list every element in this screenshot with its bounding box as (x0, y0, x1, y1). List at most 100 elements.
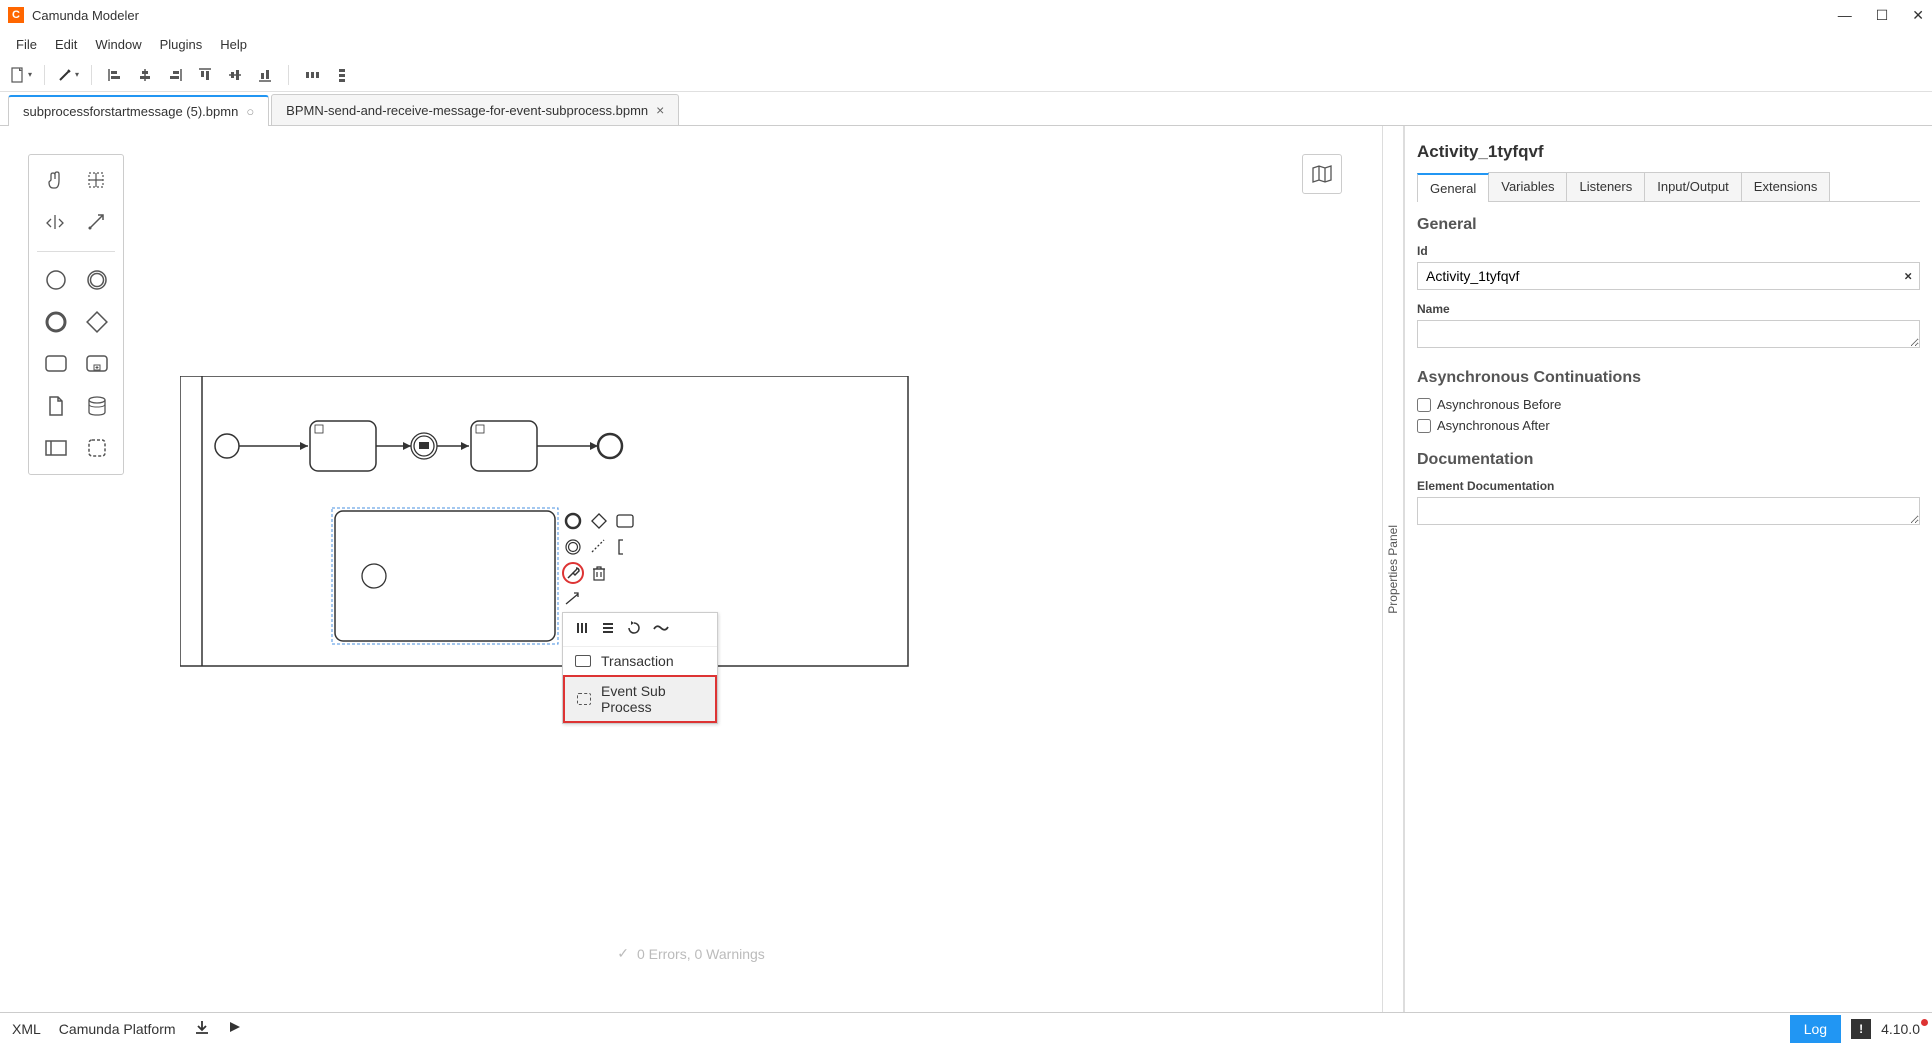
menu-edit[interactable]: Edit (47, 33, 85, 56)
tab-file-1[interactable]: subprocessforstartmessage (5).bpmn ○ (8, 95, 269, 126)
append-intermediate-event[interactable] (562, 536, 584, 558)
status-xml[interactable]: XML (12, 1021, 41, 1037)
loop-standard-icon[interactable] (627, 621, 641, 638)
align-top-button[interactable] (192, 62, 218, 88)
append-connection[interactable] (588, 536, 610, 558)
minimap-toggle[interactable] (1302, 154, 1342, 194)
gateway-tool[interactable] (81, 306, 113, 338)
menu-window[interactable]: Window (87, 33, 149, 56)
task-icon (616, 514, 634, 528)
end-event-icon (44, 310, 68, 334)
element-doc-label: Element Documentation (1417, 479, 1920, 493)
menu-plugins[interactable]: Plugins (152, 33, 211, 56)
menu-help[interactable]: Help (212, 33, 255, 56)
props-tab-listeners[interactable]: Listeners (1566, 172, 1645, 201)
async-before-checkbox[interactable] (1417, 398, 1431, 412)
data-object-tool[interactable] (40, 390, 72, 422)
task-icon (44, 354, 68, 374)
end-event[interactable] (598, 434, 622, 458)
menu-file[interactable]: File (8, 33, 45, 56)
group-tool[interactable] (81, 432, 113, 464)
properties-panel: Activity_1tyfqvf General Variables Liste… (1404, 126, 1932, 1012)
status-platform[interactable]: Camunda Platform (59, 1021, 176, 1037)
palette (28, 154, 124, 475)
section-heading: Asynchronous Continuations (1417, 369, 1920, 387)
tabbar: subprocessforstartmessage (5).bpmn ○ BPM… (0, 92, 1932, 126)
popup-item-transaction[interactable]: Transaction (563, 647, 717, 675)
append-gateway[interactable] (588, 510, 610, 532)
check-icon: ✓ (617, 945, 629, 962)
align-right-button[interactable] (162, 62, 188, 88)
props-tab-extensions[interactable]: Extensions (1741, 172, 1831, 201)
element-doc-input[interactable] (1417, 497, 1920, 525)
append-end-event[interactable] (562, 510, 584, 532)
transaction-icon (575, 655, 591, 667)
props-tab-general[interactable]: General (1417, 173, 1489, 202)
delete-button[interactable] (588, 562, 610, 584)
align-bottom-icon (258, 68, 272, 82)
loop-sequential-icon[interactable] (601, 621, 615, 638)
deploy-icon[interactable] (194, 1019, 210, 1038)
connect-using-sequence[interactable] (562, 588, 584, 610)
end-event-tool[interactable] (40, 306, 72, 338)
log-button[interactable]: Log (1790, 1015, 1841, 1043)
append-task[interactable] (614, 510, 636, 532)
lasso-tool[interactable] (81, 165, 113, 197)
new-file-button[interactable]: ▾ (8, 62, 34, 88)
properties-panel-toggle[interactable]: Properties Panel (1382, 126, 1404, 1012)
popup-item-event-subprocess[interactable]: Event Sub Process (563, 675, 717, 723)
data-store-tool[interactable] (81, 390, 113, 422)
change-type-popup: Transaction Event Sub Process (562, 612, 718, 724)
run-icon[interactable] (228, 1020, 242, 1037)
align-left-button[interactable] (102, 62, 128, 88)
section-async: Asynchronous Continuations Asynchronous … (1417, 369, 1920, 433)
toolbar: ▾ ▾ (0, 58, 1932, 92)
maximize-button[interactable]: ☐ (1876, 7, 1889, 24)
start-event[interactable] (215, 434, 239, 458)
task-1[interactable] (310, 421, 376, 471)
section-documentation: Documentation Element Documentation (1417, 451, 1920, 528)
connect-tool[interactable] (81, 207, 113, 239)
app-title: Camunda Modeler (32, 8, 1838, 23)
distribute-h-button[interactable] (299, 62, 325, 88)
align-center-h-button[interactable] (132, 62, 158, 88)
tab-file-2[interactable]: BPMN-send-and-receive-message-for-event-… (271, 94, 679, 125)
start-event-icon (44, 268, 68, 292)
popup-item-label: Transaction (601, 653, 674, 669)
name-input[interactable] (1417, 320, 1920, 348)
clear-icon[interactable]: × (1904, 269, 1912, 284)
task-tool[interactable] (40, 348, 72, 380)
popup-item-label: Event Sub Process (601, 683, 703, 715)
minimize-button[interactable]: — (1838, 7, 1852, 24)
warning-icon[interactable]: ! (1851, 1019, 1871, 1039)
separator (288, 65, 289, 85)
section-general: General Id × Name (1417, 216, 1920, 351)
id-input[interactable] (1417, 262, 1920, 290)
intermediate-event-tool[interactable] (81, 264, 113, 296)
context-pad (562, 510, 636, 610)
subprocess-icon (85, 354, 109, 374)
subprocess-start-event[interactable] (362, 564, 386, 588)
append-text-annotation[interactable] (614, 536, 636, 558)
participant-tool[interactable] (40, 432, 72, 464)
close-button[interactable]: ✕ (1912, 7, 1924, 24)
space-tool[interactable] (40, 207, 72, 239)
start-event-tool[interactable] (40, 264, 72, 296)
canvas[interactable]: Transaction Event Sub Process ✓ 0 Errors… (0, 126, 1382, 1012)
props-tab-io[interactable]: Input/Output (1644, 172, 1742, 201)
change-type-button[interactable] (562, 562, 584, 584)
props-tab-variables[interactable]: Variables (1488, 172, 1567, 201)
task-2[interactable] (471, 421, 537, 471)
distribute-v-button[interactable] (329, 62, 355, 88)
section-heading: Documentation (1417, 451, 1920, 469)
separator (91, 65, 92, 85)
subprocess-tool[interactable] (81, 348, 113, 380)
adhoc-icon[interactable] (653, 621, 669, 638)
align-middle-v-button[interactable] (222, 62, 248, 88)
tab-close-icon[interactable]: × (656, 102, 664, 118)
align-bottom-button[interactable] (252, 62, 278, 88)
async-after-checkbox[interactable] (1417, 419, 1431, 433)
loop-parallel-icon[interactable] (575, 621, 589, 638)
hand-tool[interactable] (40, 165, 72, 197)
magic-wand-button[interactable]: ▾ (55, 62, 81, 88)
